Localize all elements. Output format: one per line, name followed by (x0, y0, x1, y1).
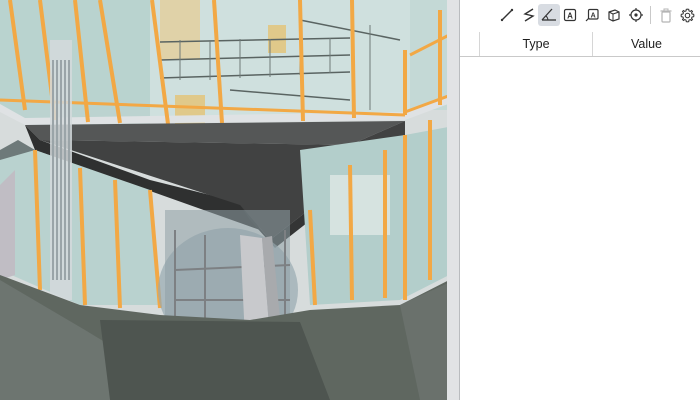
volume-measure-icon[interactable] (603, 4, 625, 26)
leader-annotation-icon[interactable]: A (581, 4, 603, 26)
properties-table-header: Type Value (460, 32, 700, 57)
3d-viewport[interactable] (0, 0, 459, 400)
column-header-type[interactable]: Type (480, 32, 592, 56)
point-locate-icon[interactable] (625, 4, 647, 26)
measure-toolbar: A A (460, 0, 700, 30)
polyline-measure-icon[interactable] (518, 4, 540, 26)
properties-panel: A A Type Value (460, 0, 700, 400)
building-model-render (0, 0, 459, 400)
properties-table-body (460, 57, 700, 400)
delete-icon[interactable] (655, 4, 677, 26)
text-annotation-icon[interactable]: A (559, 4, 581, 26)
settings-icon[interactable] (676, 4, 698, 26)
svg-text:A: A (591, 13, 596, 20)
line-measure-icon[interactable] (496, 4, 518, 26)
svg-text:A: A (567, 12, 573, 21)
angle-measure-icon[interactable] (538, 4, 560, 26)
toolbar-separator (650, 6, 651, 24)
column-header-value[interactable]: Value (593, 32, 700, 56)
